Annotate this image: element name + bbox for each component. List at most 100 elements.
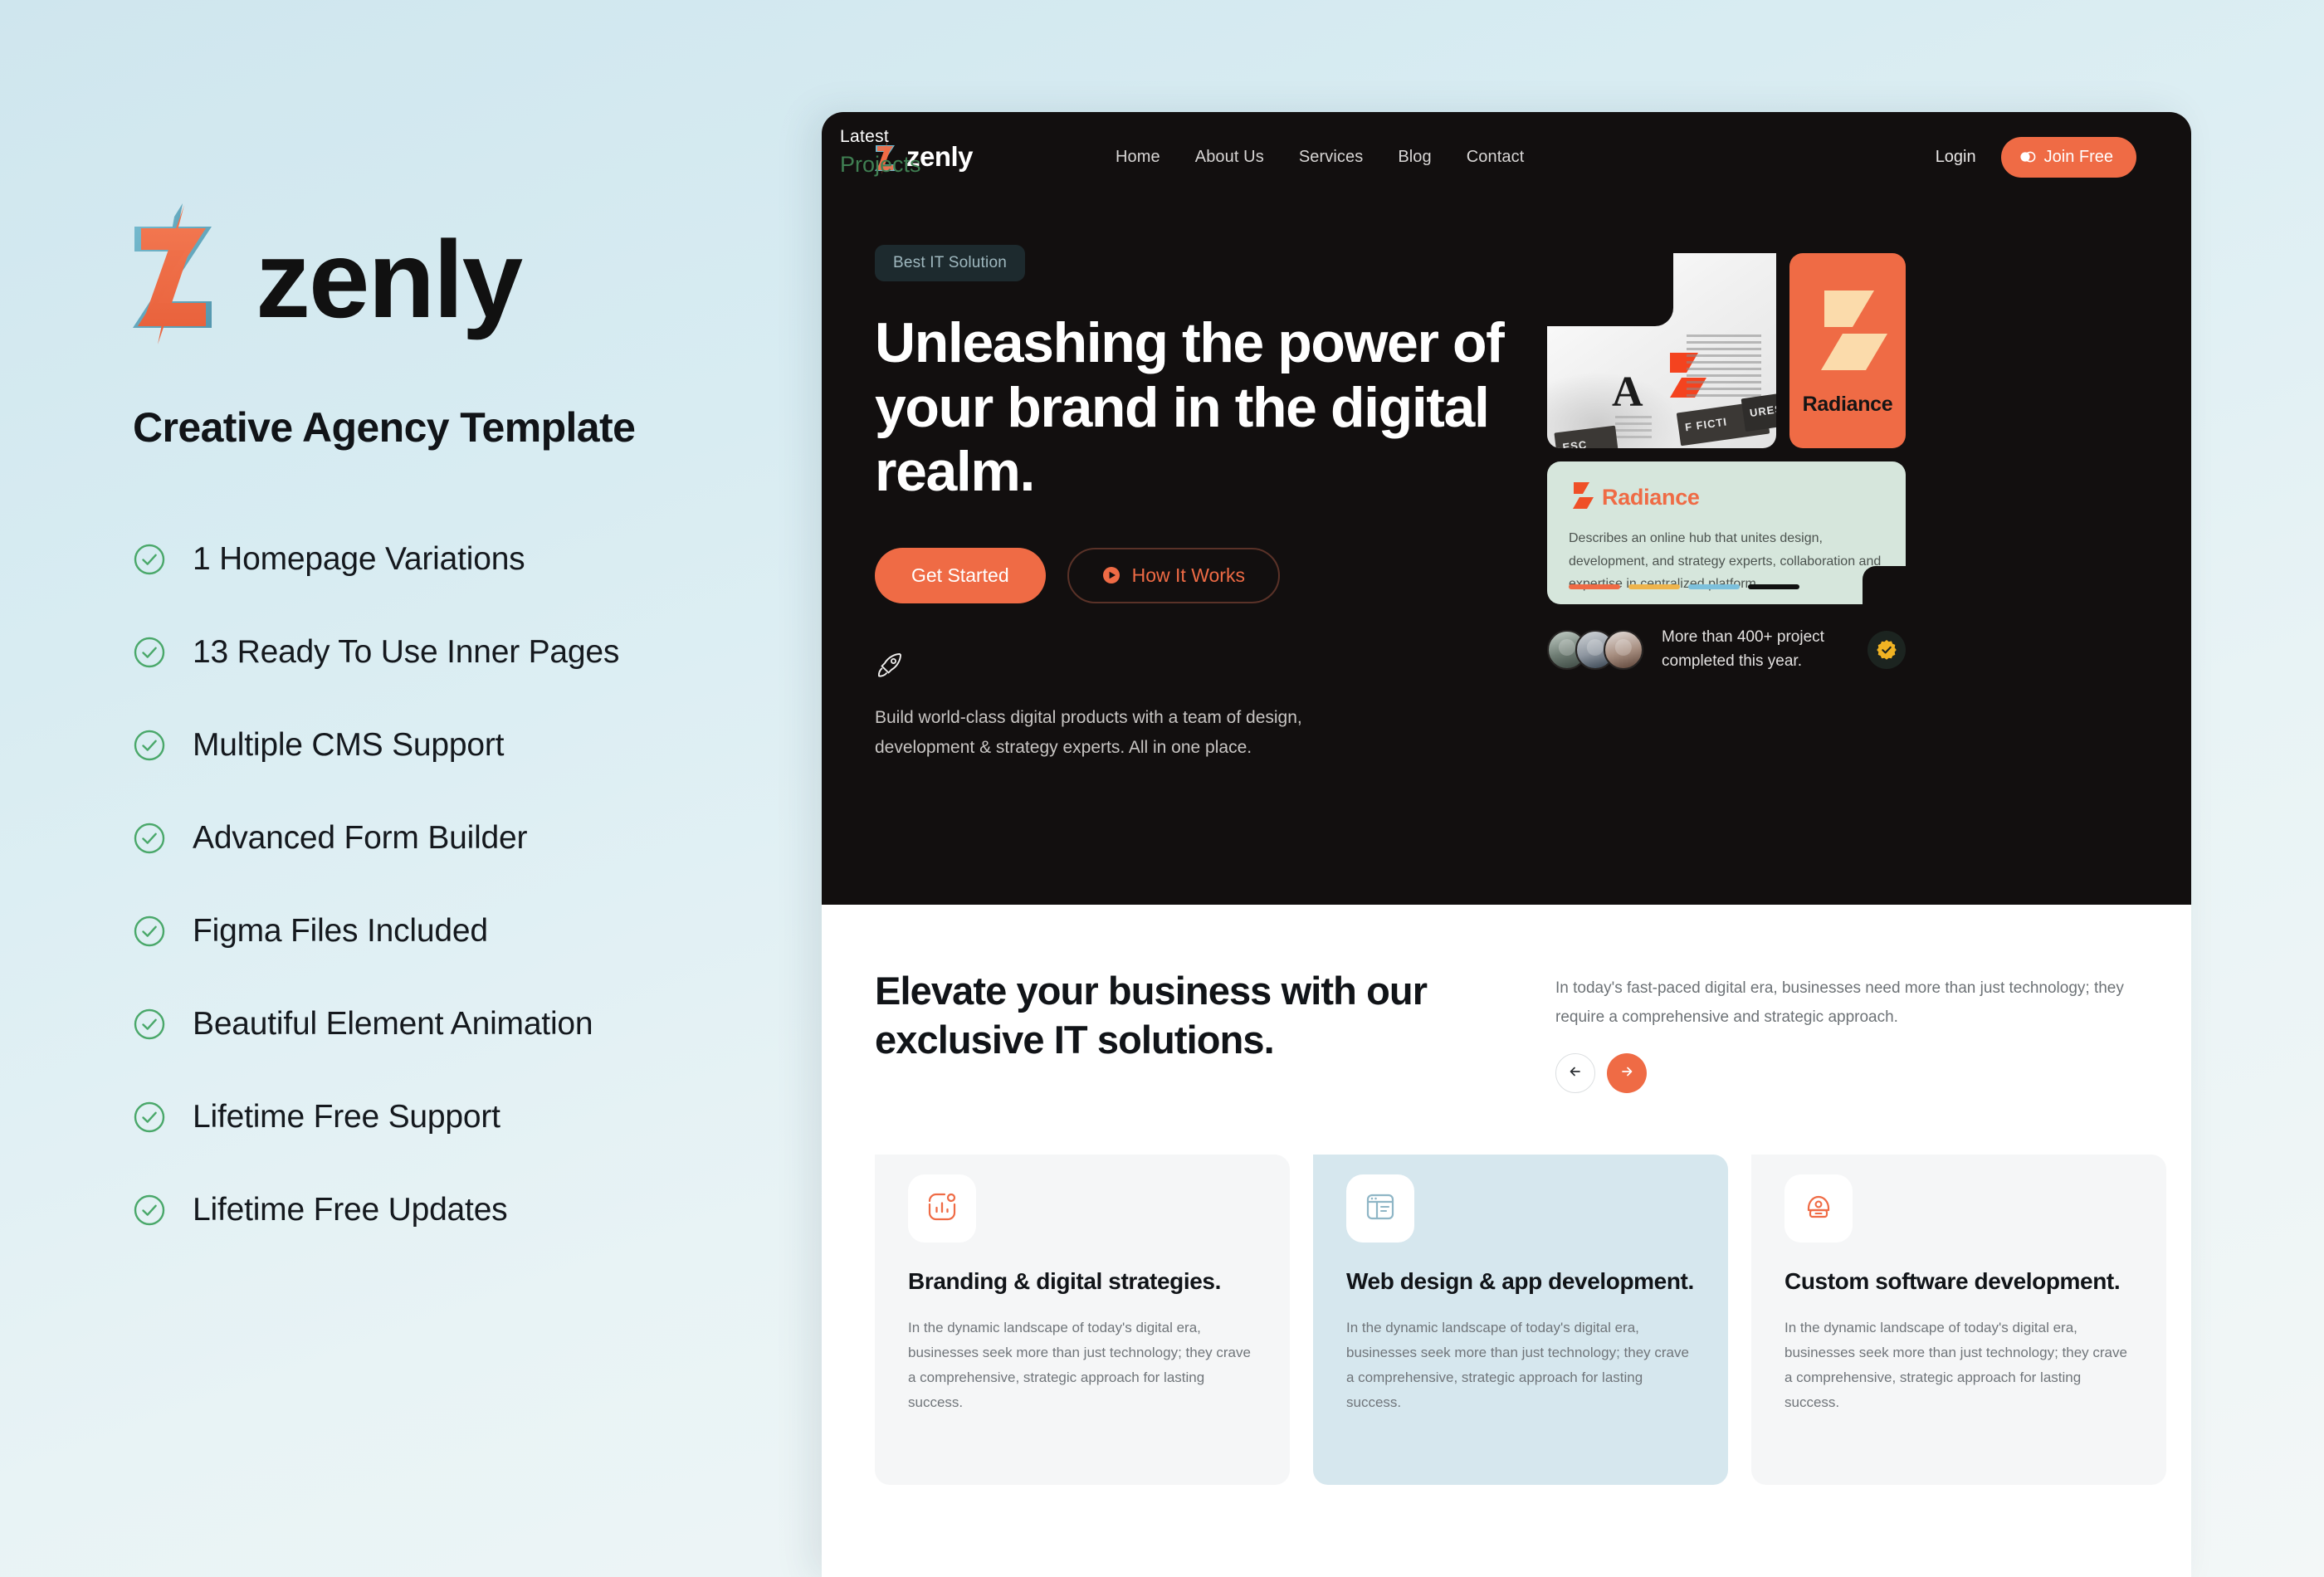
layout-icon [1364, 1190, 1397, 1228]
feature-list: 1 Homepage Variations 13 Ready To Use In… [133, 513, 822, 1257]
navbar-actions: Login Join Free [1936, 136, 2136, 178]
color-swatch-bars [1569, 584, 1799, 589]
play-circle-icon [1102, 566, 1120, 584]
list-item: 13 Ready To Use Inner Pages [133, 606, 822, 699]
services-header: Elevate your business with our exclusive… [875, 966, 2138, 1094]
how-it-works-button[interactable]: How It Works [1067, 547, 1280, 603]
nav-link-about-us[interactable]: About Us [1195, 148, 1264, 167]
service-card-title: Custom software development. [1784, 1268, 2121, 1295]
service-card-text: In the dynamic landscape of today's digi… [1346, 1319, 1689, 1411]
service-icon-box [908, 1174, 976, 1243]
arrow-right-icon [1618, 1062, 1636, 1085]
service-icon-box [1346, 1174, 1414, 1243]
hero-subtext: Build world-class digital products with … [875, 707, 1302, 757]
feature-label: 13 Ready To Use Inner Pages [193, 634, 620, 670]
latest-projects-labels: Latest Projects [822, 112, 921, 178]
website-mockup: zenly Home About Us Services Blog Contac… [822, 112, 2191, 1577]
rocket-icon [875, 650, 905, 680]
zenly-logo-icon [133, 203, 231, 344]
hero-body: Best IT Solution Unleashing the power of… [822, 127, 2191, 763]
join-free-button[interactable]: Join Free [2000, 136, 2136, 178]
list-item: Advanced Form Builder [133, 792, 822, 885]
check-circle-icon [133, 1101, 166, 1134]
service-card-title: Branding & digital strategies. [908, 1268, 1221, 1295]
nav-link-services[interactable]: Services [1299, 148, 1364, 167]
list-item: Lifetime Free Support [133, 1071, 822, 1164]
service-card-web-design[interactable]: Web design & app development. In the dyn… [1313, 1155, 1728, 1486]
nav-link-home[interactable]: Home [1116, 148, 1160, 167]
section-paragraph: In today's fast-paced digital era, busin… [1555, 979, 2124, 1026]
projects-stats-text: More than 400+ project completed this ye… [1662, 628, 1824, 670]
projects-label-top: Latest [840, 127, 890, 146]
nav-link-contact[interactable]: Contact [1467, 148, 1525, 167]
shield-user-icon [1802, 1190, 1835, 1228]
list-item: Figma Files Included [133, 885, 822, 978]
services-header-right: In today's fast-paced digital era, busin… [1555, 966, 2138, 1094]
avatar [1604, 629, 1643, 670]
radiance-card-title: Radiance [1602, 485, 1700, 510]
hero-showcase: A ESC F FICTI URES Latest Projects Radia… [840, 127, 2053, 763]
hero-section: zenly Home About Us Services Blog Contac… [822, 112, 2191, 905]
swatch-yellow [1628, 584, 1680, 589]
feature-label: Lifetime Free Updates [193, 1192, 508, 1228]
carousel-controls [1555, 1053, 2138, 1094]
feature-label: 1 Homepage Variations [193, 541, 525, 577]
swatch-blue [1688, 584, 1740, 589]
join-free-label: Join Free [2043, 147, 2113, 166]
get-started-button[interactable]: Get Started [875, 547, 1046, 603]
service-card-branding[interactable]: Branding & digital strategies. In the dy… [875, 1155, 1290, 1486]
radiance-tile[interactable]: Radiance [1789, 253, 1906, 448]
list-item: Multiple CMS Support [133, 699, 822, 792]
user-add-icon [2019, 149, 2036, 165]
service-card-list: Branding & digital strategies. In the dy… [875, 1155, 2166, 1486]
photo-tag: ESC [1554, 425, 1618, 448]
brand-wordmark: zenly [256, 218, 523, 340]
service-card-title: Web design & app development. [1346, 1268, 1694, 1295]
swatch-black [1748, 584, 1799, 589]
service-card-text: In the dynamic landscape of today's digi… [908, 1319, 1251, 1411]
arrow-left-icon [1566, 1062, 1584, 1085]
feature-label: Beautiful Element Animation [193, 1006, 593, 1042]
services-section: Elevate your business with our exclusive… [822, 905, 2191, 1486]
login-link[interactable]: Login [1936, 148, 1976, 167]
carousel-prev-button[interactable] [1555, 1053, 1595, 1094]
projects-stats-row: More than 400+ project completed this ye… [1547, 626, 1906, 673]
feature-label: Multiple CMS Support [193, 727, 505, 763]
radiance-logo-icon [1808, 286, 1887, 381]
feature-label: Lifetime Free Support [193, 1099, 500, 1135]
hero-copy: Best IT Solution Unleashing the power of… [875, 245, 1514, 763]
swatch-orange [1569, 584, 1620, 589]
hero-cta-group: Get Started How It Works [875, 547, 1514, 603]
carousel-next-button[interactable] [1607, 1053, 1647, 1094]
check-circle-icon [133, 915, 166, 948]
projects-label-bottom: Projects [840, 152, 921, 177]
radiance-tile-title: Radiance [1802, 392, 1893, 416]
list-item: Beautiful Element Animation [133, 978, 822, 1071]
how-it-works-label: How It Works [1131, 564, 1245, 586]
promo-left-panel: zenly Creative Agency Template 1 Homepag… [0, 0, 822, 1577]
latest-projects-photo-card[interactable]: A ESC F FICTI URES [1547, 253, 1776, 448]
radiance-logo-icon [1569, 481, 1594, 514]
check-circle-icon [133, 1008, 166, 1041]
card-notch [1547, 253, 1673, 326]
nav-link-blog[interactable]: Blog [1398, 148, 1431, 167]
service-card-custom-software[interactable]: Custom software development. In the dyna… [1751, 1155, 2166, 1486]
photo-letter-a: A [1612, 369, 1643, 416]
site-navbar: zenly Home About Us Services Blog Contac… [822, 112, 2191, 202]
navbar-links: Home About Us Services Blog Contact [1116, 148, 1936, 167]
promo-tagline: Creative Agency Template [133, 404, 636, 451]
page-title: Unleashing the power of your brand in th… [875, 311, 1505, 504]
avatar-group [1547, 629, 1643, 670]
list-item: Lifetime Free Updates [133, 1164, 822, 1257]
check-circle-icon [133, 636, 166, 669]
check-circle-icon [133, 822, 166, 855]
status-badge: Best IT Solution [875, 245, 1025, 281]
radiance-description-card: Radiance Describes an online hub that un… [1547, 461, 1906, 604]
check-circle-icon [133, 1194, 166, 1227]
verified-badge-icon [1868, 630, 1906, 669]
check-circle-icon [133, 543, 166, 576]
check-circle-icon [133, 729, 166, 762]
feature-label: Advanced Form Builder [193, 820, 528, 856]
list-item: 1 Homepage Variations [133, 513, 822, 606]
section-title: Elevate your business with our exclusive… [875, 969, 1428, 1062]
